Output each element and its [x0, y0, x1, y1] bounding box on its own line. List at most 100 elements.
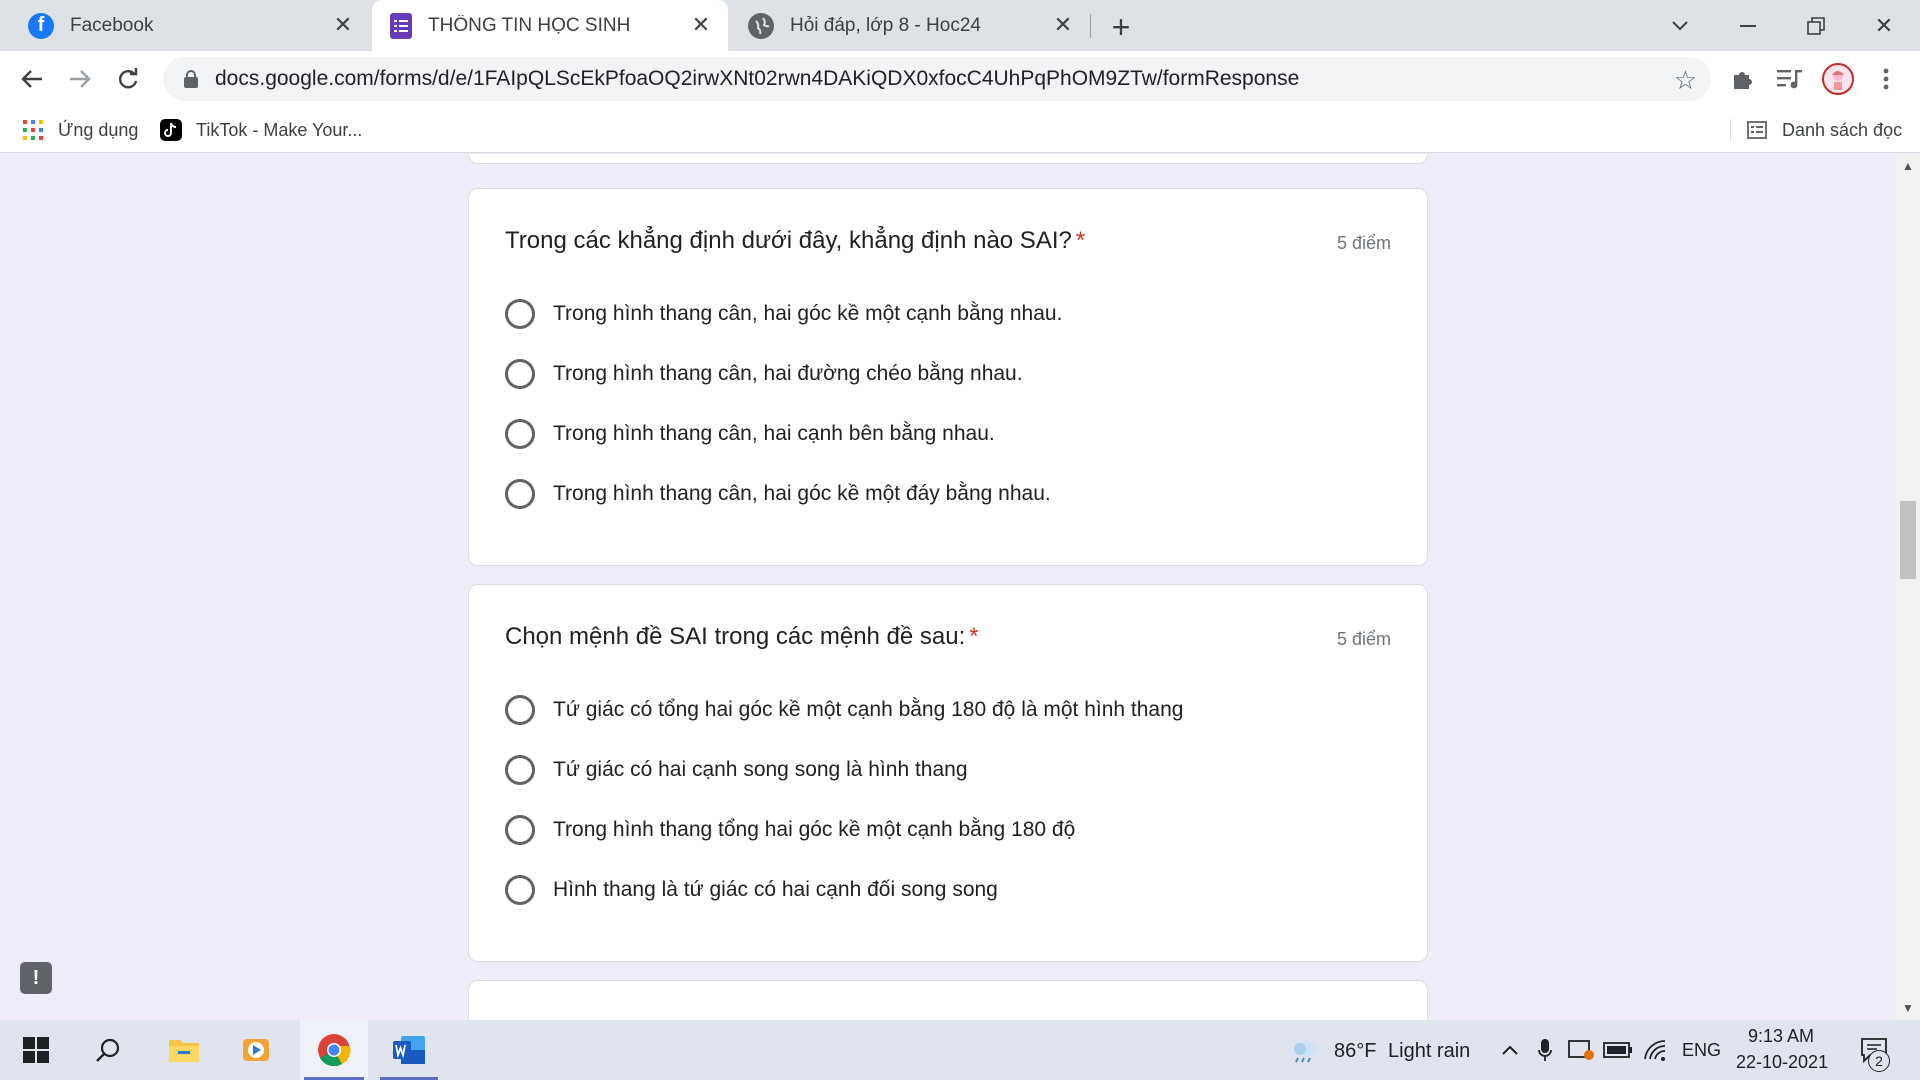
language-indicator[interactable]: ENG	[1682, 1040, 1721, 1061]
radio-button[interactable]	[505, 815, 535, 845]
option-label[interactable]: Hình thang là tứ giác có hai cạnh đối so…	[553, 878, 998, 902]
bookmarks-bar: Ứng dụng TikTok - Make Your... Danh sách…	[0, 107, 1920, 153]
chrome-taskbar-icon[interactable]	[300, 1020, 368, 1080]
weather-temperature[interactable]: 86°F	[1334, 1040, 1376, 1063]
radio-option[interactable]: Trong hình thang cân, hai góc kề một cạn…	[505, 298, 1062, 330]
required-asterisk: *	[969, 623, 979, 650]
address-bar[interactable]: docs.google.com/forms/d/e/1FAIpQLScEkPfo…	[163, 57, 1711, 101]
tray-chevron-up-icon[interactable]	[1496, 1020, 1524, 1080]
word-taskbar-icon[interactable]	[376, 1020, 442, 1080]
bookmark-star-icon[interactable]: ☆	[1674, 65, 1697, 96]
globe-icon	[748, 12, 774, 39]
question-text: Trong các khẳng định dưới đây, khẳng địn…	[505, 227, 1072, 254]
question-card: Chọn mệnh đề SAI trong các mệnh đề sau: *…	[468, 584, 1428, 962]
profile-avatar[interactable]	[1822, 63, 1854, 95]
option-label[interactable]: Trong hình thang cân, hai góc kề một cạn…	[553, 302, 1062, 326]
option-label[interactable]: Tứ giác có tổng hai góc kề một cạnh bằng…	[553, 698, 1183, 722]
radio-option[interactable]: Trong hình thang tổng hai góc kề một cạn…	[505, 814, 1075, 846]
question-card: Trong các khẳng định dưới đây, khẳng địn…	[468, 188, 1428, 566]
required-asterisk: *	[1075, 227, 1086, 254]
radio-button[interactable]	[505, 299, 535, 329]
tab-title: THÔNG TIN HỌC SINH	[428, 14, 631, 36]
battery-icon[interactable]	[1602, 1020, 1634, 1080]
weather-description[interactable]: Light rain	[1388, 1040, 1470, 1063]
question-title: Trong các khẳng định dưới đây, khẳng địn…	[505, 227, 1085, 255]
radio-button[interactable]	[505, 419, 535, 449]
facebook-icon: f	[28, 12, 54, 39]
form-page: Trong các khẳng định dưới đây, khẳng địn…	[0, 154, 1896, 1020]
tab-thong-tin-hoc-sinh[interactable]: THÔNG TIN HỌC SINH ✕	[372, 0, 728, 51]
more-menu-icon[interactable]	[1870, 63, 1902, 95]
close-icon[interactable]: ✕	[688, 12, 714, 38]
question-text: Chọn mệnh đề SAI trong các mệnh đề sau:	[505, 623, 966, 650]
file-explorer-icon[interactable]	[158, 1020, 210, 1080]
scroll-thumb[interactable]	[1900, 501, 1916, 579]
apps-grid-icon	[22, 119, 44, 141]
close-icon[interactable]: ✕	[1050, 12, 1076, 38]
tab-facebook[interactable]: f Facebook ✕	[0, 0, 370, 51]
weather-icon[interactable]	[1288, 1020, 1322, 1080]
radio-option[interactable]: Hình thang là tứ giác có hai cạnh đối so…	[505, 874, 998, 906]
radio-option[interactable]: Trong hình thang cân, hai cạnh bên bằng …	[505, 418, 995, 450]
tab-search-chevron-icon[interactable]	[1660, 8, 1700, 44]
radio-button[interactable]	[505, 479, 535, 509]
reading-list-label: Danh sách đọc	[1782, 119, 1903, 140]
question-points: 5 điểm	[1336, 629, 1391, 649]
tiktok-icon	[160, 119, 182, 141]
option-label[interactable]: Trong hình thang cân, hai cạnh bên bằng …	[553, 422, 995, 446]
question-points: 5 điểm	[1336, 233, 1391, 253]
radio-button[interactable]	[505, 695, 535, 725]
microphone-icon[interactable]	[1532, 1020, 1558, 1080]
tab-title: Hỏi đáp, lớp 8 - Hoc24	[790, 14, 981, 36]
back-arrow-icon[interactable]	[12, 59, 52, 99]
bookmark-apps[interactable]: Ứng dụng	[22, 107, 138, 153]
next-question-card	[468, 980, 1428, 1020]
radio-option[interactable]: Trong hình thang cân, hai góc kề một đáy…	[505, 478, 1051, 510]
bookmark-tiktok[interactable]: TikTok - Make Your...	[160, 107, 362, 153]
close-icon[interactable]: ✕	[330, 12, 356, 38]
windows-taskbar: 86°F Light rain ENG 9:13 AM 22-10-2021 2	[0, 1020, 1920, 1080]
option-label[interactable]: Trong hình thang tổng hai góc kề một cạn…	[553, 818, 1075, 842]
radio-option[interactable]: Tứ giác có hai cạnh song song là hình th…	[505, 754, 968, 786]
search-icon[interactable]	[82, 1020, 134, 1080]
tab-hoc24[interactable]: Hỏi đáp, lớp 8 - Hoc24 ✕	[730, 0, 1090, 51]
reading-list-icon	[1746, 119, 1768, 141]
forward-arrow-icon[interactable]	[60, 59, 100, 99]
lock-icon[interactable]	[181, 69, 201, 89]
minimize-button[interactable]	[1728, 8, 1768, 44]
radio-button[interactable]	[505, 755, 535, 785]
radio-button[interactable]	[505, 359, 535, 389]
notification-count-badge: 2	[1868, 1050, 1890, 1072]
reading-list-button[interactable]: Danh sách đọc	[1746, 107, 1902, 153]
tab-strip: f Facebook ✕ THÔNG TIN HỌC SINH ✕ Hỏi đá…	[0, 0, 1920, 51]
restore-button[interactable]	[1796, 8, 1836, 44]
radio-option[interactable]: Tứ giác có tổng hai góc kề một cạnh bằng…	[505, 694, 1183, 726]
clock-time[interactable]: 9:13 AM	[1748, 1026, 1814, 1047]
google-forms-icon	[390, 12, 412, 39]
bookmarks-divider	[1730, 119, 1731, 141]
report-feedback-icon[interactable]: !	[20, 962, 52, 994]
browser-toolbar: docs.google.com/forms/d/e/1FAIpQLScEkPfo…	[0, 51, 1920, 107]
tab-separator	[1090, 14, 1091, 38]
radio-button[interactable]	[505, 875, 535, 905]
url-text[interactable]: docs.google.com/forms/d/e/1FAIpQLScEkPfo…	[215, 67, 1299, 91]
display-settings-icon[interactable]	[1566, 1020, 1596, 1080]
option-label[interactable]: Trong hình thang cân, hai đường chéo bằn…	[553, 362, 1023, 386]
extensions-puzzle-icon[interactable]	[1726, 63, 1758, 95]
radio-option[interactable]: Trong hình thang cân, hai đường chéo bằn…	[505, 358, 1023, 390]
option-label[interactable]: Tứ giác có hai cạnh song song là hình th…	[553, 758, 968, 782]
option-label[interactable]: Trong hình thang cân, hai góc kề một đáy…	[553, 482, 1051, 506]
bookmark-label: TikTok - Make Your...	[196, 119, 363, 140]
new-tab-button[interactable]: +	[1104, 9, 1138, 45]
clock-date[interactable]: 22-10-2021	[1736, 1052, 1828, 1073]
media-player-icon[interactable]	[230, 1020, 282, 1080]
close-window-button[interactable]: ✕	[1864, 8, 1904, 44]
scroll-down-arrow-icon[interactable]: ▼	[1902, 1001, 1914, 1015]
notification-count: 2	[1875, 1053, 1883, 1069]
scroll-up-arrow-icon[interactable]: ▲	[1902, 159, 1914, 173]
media-control-icon[interactable]	[1774, 63, 1806, 95]
reload-icon[interactable]	[108, 59, 148, 99]
windows-start-icon[interactable]	[10, 1020, 62, 1080]
page-scrollbar[interactable]: ▲ ▼	[1896, 154, 1920, 1020]
wifi-icon[interactable]	[1640, 1020, 1672, 1080]
